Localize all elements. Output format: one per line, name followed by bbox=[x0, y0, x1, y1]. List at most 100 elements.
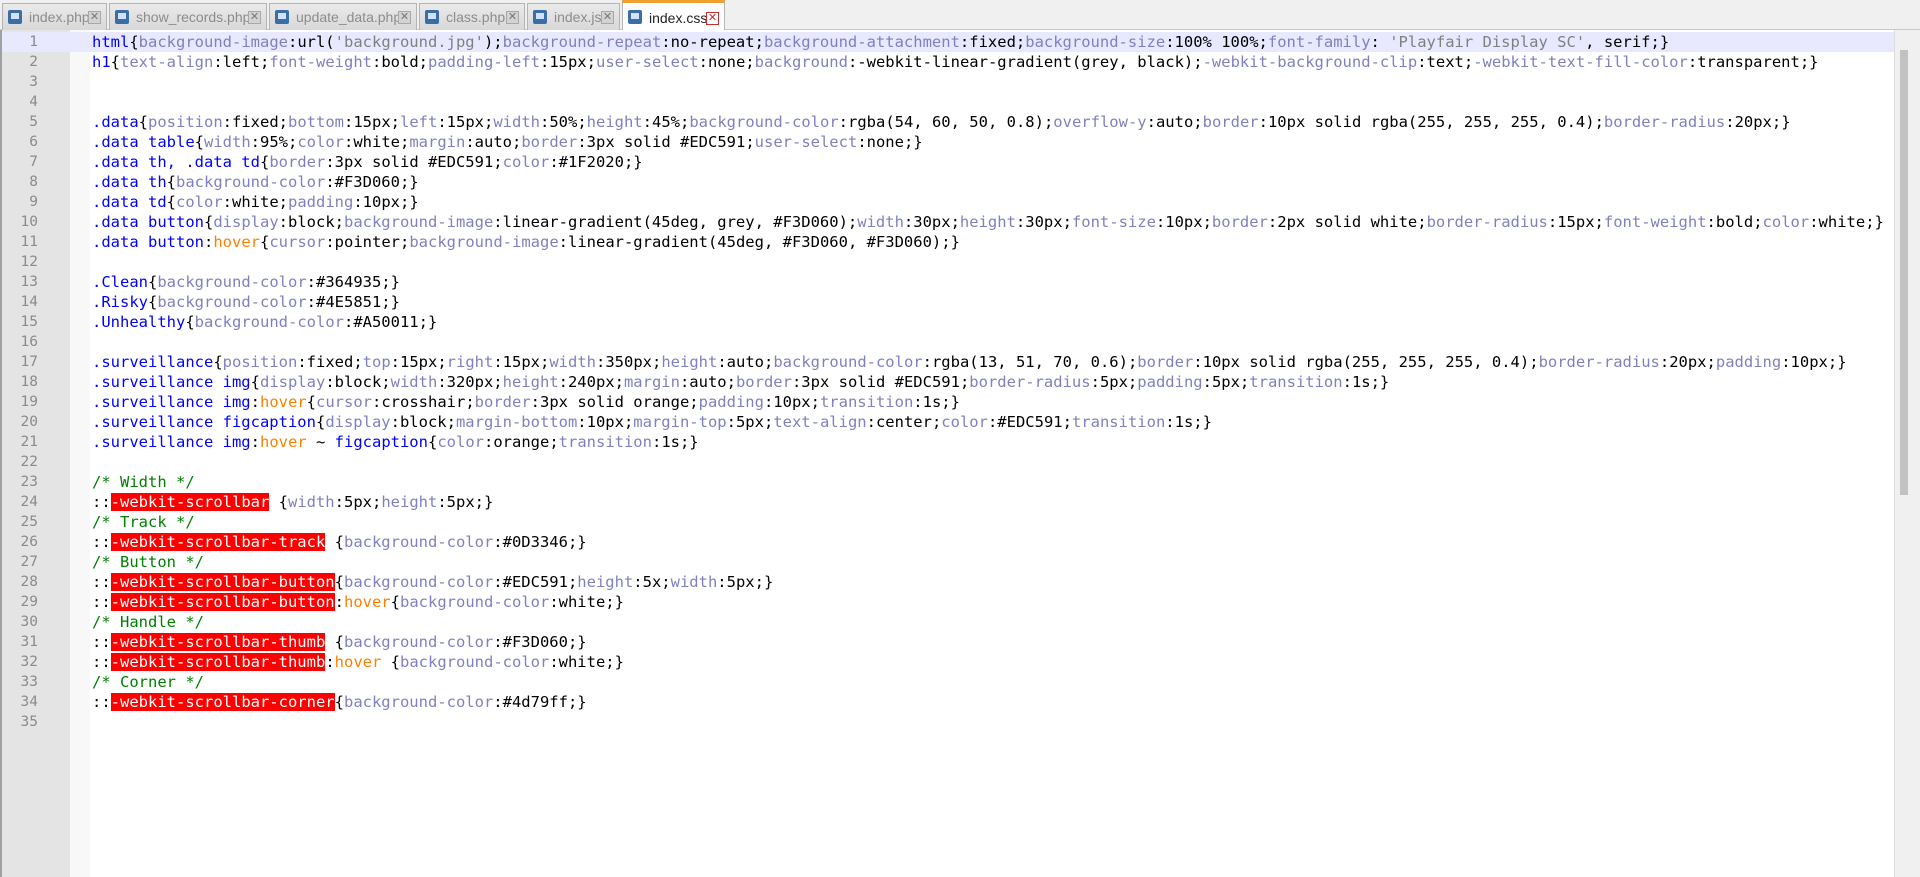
code-token: :: bbox=[92, 493, 111, 511]
code-line[interactable]: 20 .surveillance figcaption{display:block… bbox=[2, 412, 1897, 432]
tab-class-php[interactable]: class.php ✕ bbox=[419, 3, 525, 30]
code-token: margin-top bbox=[633, 413, 727, 431]
code-token: /* Track */ bbox=[92, 513, 195, 531]
file-icon bbox=[275, 10, 289, 24]
code-token: :5px;} bbox=[437, 493, 494, 511]
tab-show-records-php[interactable]: show_records.php ✕ bbox=[109, 3, 267, 30]
code-token: background-color bbox=[773, 353, 923, 371]
line-number: 31 bbox=[20, 634, 38, 650]
code-line[interactable]: 25 /* Track */ bbox=[2, 512, 1897, 532]
code-line[interactable]: 3 bbox=[2, 72, 1897, 92]
code-token: :bold; bbox=[1706, 213, 1763, 231]
code-text: .data table{width:95%;color:white;margin… bbox=[92, 132, 923, 152]
code-line[interactable]: 1 html{background-image:url('background.j… bbox=[2, 32, 1897, 52]
code-line[interactable]: 16 bbox=[2, 332, 1897, 352]
code-text: /* Corner */ bbox=[92, 672, 204, 692]
code-token: background-color bbox=[343, 533, 494, 551]
code-line[interactable]: 30 /* Handle */ bbox=[2, 612, 1897, 632]
code-token: transition bbox=[819, 393, 914, 411]
code-token: : bbox=[250, 393, 260, 411]
code-token: :100% 100%; bbox=[1165, 33, 1268, 51]
code-text: .Risky{background-color:#4E5851;} bbox=[92, 292, 400, 312]
close-icon[interactable]: ✕ bbox=[601, 11, 614, 24]
code-line[interactable]: 34::-webkit-scrollbar-corner{background-… bbox=[2, 692, 1897, 712]
code-token: hover bbox=[259, 433, 307, 451]
code-token: background-color bbox=[176, 173, 326, 191]
code-line[interactable]: 26::-webkit-scrollbar-track {background-… bbox=[2, 532, 1897, 552]
close-icon[interactable]: ✕ bbox=[248, 11, 261, 24]
code-token: .Risky bbox=[92, 293, 148, 311]
code-lines[interactable]: 1 html{background-image:url('background.j… bbox=[2, 32, 1897, 732]
line-number: 8 bbox=[29, 174, 38, 190]
code-token: : bbox=[1370, 33, 1390, 51]
code-line[interactable]: 14 .Risky{background-color:#4E5851;} bbox=[2, 292, 1897, 312]
code-line[interactable]: 12 bbox=[2, 252, 1897, 272]
code-token: { bbox=[334, 573, 344, 591]
code-line[interactable]: 33 /* Corner */ bbox=[2, 672, 1897, 692]
code-line[interactable]: 13 .Clean{background-color:#364935;} bbox=[2, 272, 1897, 292]
code-token: :50%; bbox=[540, 113, 587, 131]
code-line[interactable]: 32::-webkit-scrollbar-thumb:hover {backg… bbox=[2, 652, 1897, 672]
code-line[interactable]: 8 .data th{background-color:#F3D060;} bbox=[2, 172, 1897, 192]
vertical-scrollbar[interactable] bbox=[1894, 30, 1920, 877]
code-token: transition bbox=[558, 433, 652, 451]
close-icon[interactable]: ✕ bbox=[88, 11, 101, 24]
tab-label: show_records.php bbox=[136, 9, 251, 25]
code-line[interactable]: 21 .surveillance img:hover ~ figcaption{c… bbox=[2, 432, 1897, 452]
code-token: margin-bottom bbox=[455, 413, 578, 431]
tab-update-data-php[interactable]: update_data.php ✕ bbox=[269, 3, 417, 30]
code-token: :1s;} bbox=[1165, 413, 1212, 431]
code-line[interactable]: 11 .data button:hover{cursor:pointer;back… bbox=[2, 232, 1897, 252]
code-line[interactable]: 18 .surveillance img{display:block;width:… bbox=[2, 372, 1897, 392]
code-token: :: bbox=[92, 653, 111, 671]
code-token: html bbox=[92, 33, 130, 51]
code-token: { bbox=[381, 653, 400, 671]
close-icon[interactable]: ✕ bbox=[506, 11, 519, 24]
code-token: background-color bbox=[343, 693, 494, 711]
tab-index-php[interactable]: index.php ✕ bbox=[2, 3, 107, 30]
code-token: background-color bbox=[157, 293, 307, 311]
code-text: .data td{color:white;padding:10px;} bbox=[92, 192, 419, 212]
code-text: .data{position:fixed;bottom:15px;left:15… bbox=[92, 112, 1791, 132]
code-line[interactable]: 4 bbox=[2, 92, 1897, 112]
code-token: hover bbox=[334, 653, 382, 671]
code-token: :fixed; bbox=[297, 353, 363, 371]
code-token: .surveillance img bbox=[92, 393, 251, 411]
line-number: 29 bbox=[20, 594, 38, 610]
code-editor[interactable]: 1 html{background-image:url('background.j… bbox=[0, 30, 1920, 877]
code-line[interactable]: 28::-webkit-scrollbar-button{background-… bbox=[2, 572, 1897, 592]
code-line[interactable]: 23 /* Width */ bbox=[2, 472, 1897, 492]
close-icon[interactable]: ✕ bbox=[706, 12, 719, 25]
code-line[interactable]: 19 .surveillance img:hover{cursor:crossha… bbox=[2, 392, 1897, 412]
tab-index-js[interactable]: index.js ✕ bbox=[527, 3, 620, 30]
code-line[interactable]: 6 .data table{width:95%;color:white;margi… bbox=[2, 132, 1897, 152]
line-number: 26 bbox=[20, 534, 38, 550]
code-line[interactable]: 27 /* Button */ bbox=[2, 552, 1897, 572]
code-line[interactable]: 15 .Unhealthy{background-color:#A50011;} bbox=[2, 312, 1897, 332]
tab-label: update_data.php bbox=[296, 9, 402, 25]
close-icon[interactable]: ✕ bbox=[398, 11, 411, 24]
code-line[interactable]: 2 h1{text-align:left;font-weight:bold;pad… bbox=[2, 52, 1897, 72]
code-token: /* Corner */ bbox=[92, 673, 204, 691]
code-line[interactable]: 5 .data{position:fixed;bottom:15px;left:1… bbox=[2, 112, 1897, 132]
code-token: :: bbox=[92, 633, 111, 651]
scrollbar-thumb[interactable] bbox=[1900, 50, 1908, 495]
code-token: .surveillance bbox=[92, 353, 214, 371]
code-line[interactable]: 31::-webkit-scrollbar-thumb {background-… bbox=[2, 632, 1897, 652]
code-token: : bbox=[250, 433, 260, 451]
code-line[interactable]: 24::-webkit-scrollbar {width:5px;height:… bbox=[2, 492, 1897, 512]
code-line[interactable]: 22 bbox=[2, 452, 1897, 472]
code-line[interactable]: 7 .data th, .data td{border:3px solid #ED… bbox=[2, 152, 1897, 172]
code-line[interactable]: 17 .surveillance{position:fixed;top:15px;… bbox=[2, 352, 1897, 372]
code-token: background bbox=[754, 53, 848, 71]
code-token: :1s;} bbox=[651, 433, 699, 451]
tab-bar: index.php ✕ show_records.php ✕ update_da… bbox=[0, 0, 1920, 30]
code-token: width bbox=[204, 133, 251, 151]
code-token: :white; bbox=[344, 133, 410, 151]
code-line[interactable]: 10 .data button{display:block;background-… bbox=[2, 212, 1897, 232]
code-token: :240px; bbox=[558, 373, 624, 391]
code-line[interactable]: 35 bbox=[2, 712, 1897, 732]
code-line[interactable]: 9 .data td{color:white;padding:10px;} bbox=[2, 192, 1897, 212]
code-line[interactable]: 29::-webkit-scrollbar-button:hover{backg… bbox=[2, 592, 1897, 612]
tab-index-css[interactable]: index.css ✕ bbox=[622, 0, 725, 30]
